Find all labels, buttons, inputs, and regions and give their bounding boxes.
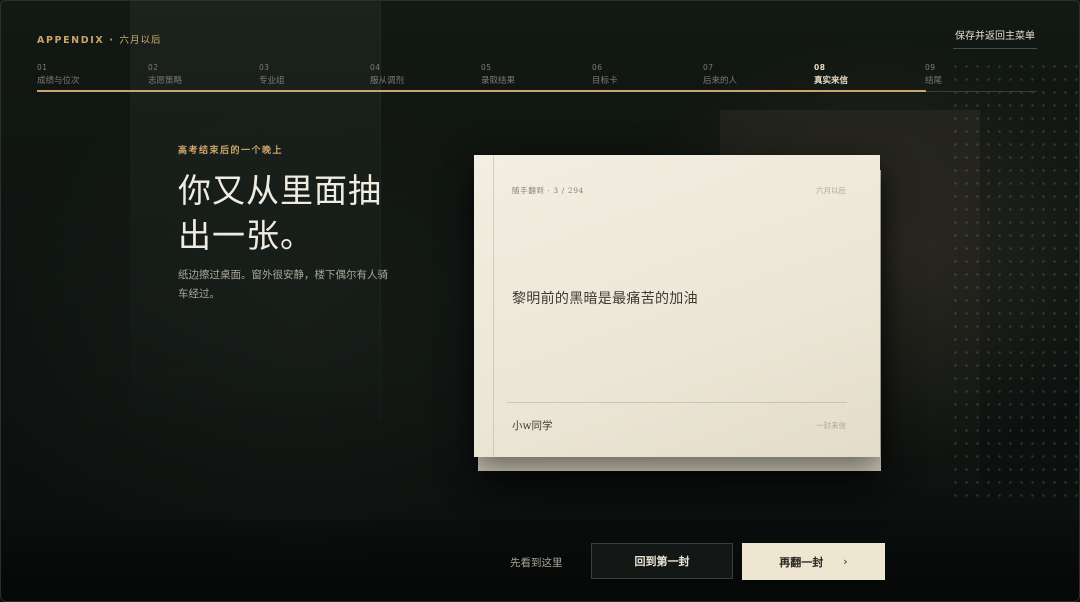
step-label: 专业组	[259, 76, 285, 86]
next-letter-label: 再翻一封	[779, 555, 824, 569]
step-label: 服从调剂	[370, 76, 405, 86]
step-number: 04	[370, 63, 381, 72]
letter-tag: 一封来信	[816, 421, 846, 430]
back-to-first-button[interactable]: 回到第一封	[591, 543, 733, 579]
headline-line-2: 出一张。	[178, 216, 314, 255]
stop-here-link[interactable]: 先看到这里	[510, 555, 563, 570]
step-item-03[interactable]: 03 专业组	[259, 63, 370, 93]
card-date: 六月以后	[816, 186, 846, 195]
step-number: 06	[592, 63, 603, 72]
letter-sender: 小w同学	[512, 420, 553, 432]
step-label: 志愿策略	[148, 76, 183, 86]
step-item-04[interactable]: 04 服从调剂	[370, 63, 481, 93]
step-number: 09	[925, 63, 936, 72]
appendix-label: APPENDIX	[37, 35, 105, 46]
step-item-05[interactable]: 05 录取结果	[481, 63, 592, 93]
headline-line-1: 你又从里面抽	[178, 171, 382, 210]
step-label: 目标卡	[592, 76, 618, 86]
step-navigation: 01 成绩与位次 02 志愿策略 03 专业组 04 服从调剂 05 录取结果 …	[37, 63, 1037, 93]
appendix-screen: APPENDIX · 六月以后 保存并返回主菜单 01 成绩与位次 02 志愿策略 …	[0, 0, 1080, 602]
next-letter-button[interactable]: 再翻一封 ›	[742, 543, 885, 580]
scene-headline: 你又从里面抽 出一张。	[178, 168, 438, 258]
step-label: 成绩与位次	[37, 76, 80, 86]
step-item-08-current[interactable]: 08 真实来信	[814, 63, 925, 93]
letter-card: 随手翻到 · 3 / 294 六月以后 黎明前的黑暗是最痛苦的加油 小w同学 一…	[474, 155, 880, 457]
card-margin-line	[493, 155, 494, 457]
step-number: 07	[703, 63, 714, 72]
title-separator: ·	[109, 35, 115, 46]
section-subtitle: 六月以后	[119, 35, 162, 46]
letter-message: 黎明前的黑暗是最痛苦的加油	[512, 291, 698, 307]
step-item-02[interactable]: 02 志愿策略	[148, 63, 259, 93]
step-progress-bar	[37, 90, 926, 92]
step-item-09[interactable]: 09 结尾	[925, 63, 1036, 93]
chevron-right-icon: ›	[843, 555, 848, 568]
step-item-01[interactable]: 01 成绩与位次	[37, 63, 148, 93]
card-divider	[507, 402, 847, 403]
step-number: 08	[814, 63, 826, 72]
scene-kicker: 高考结束后的一个晚上	[178, 146, 284, 156]
step-number: 03	[259, 63, 270, 72]
step-number: 01	[37, 63, 48, 72]
scene-description: 纸边擦过桌面。窗外很安静，楼下偶尔有人骑车经过。	[178, 269, 388, 300]
step-item-07[interactable]: 07 后来的人	[703, 63, 814, 93]
background-city-lights	[950, 60, 1080, 500]
card-counter: 随手翻到 · 3 / 294	[512, 186, 584, 195]
step-number: 02	[148, 63, 159, 72]
step-label: 录取结果	[481, 76, 516, 86]
step-label: 真实来信	[814, 76, 849, 86]
step-item-06[interactable]: 06 目标卡	[592, 63, 703, 93]
save-and-return-button[interactable]: 保存并返回主菜单	[953, 26, 1037, 49]
step-label: 结尾	[925, 76, 943, 86]
section-title: APPENDIX · 六月以后	[37, 32, 162, 46]
step-label: 后来的人	[703, 76, 738, 86]
step-number: 05	[481, 63, 492, 72]
